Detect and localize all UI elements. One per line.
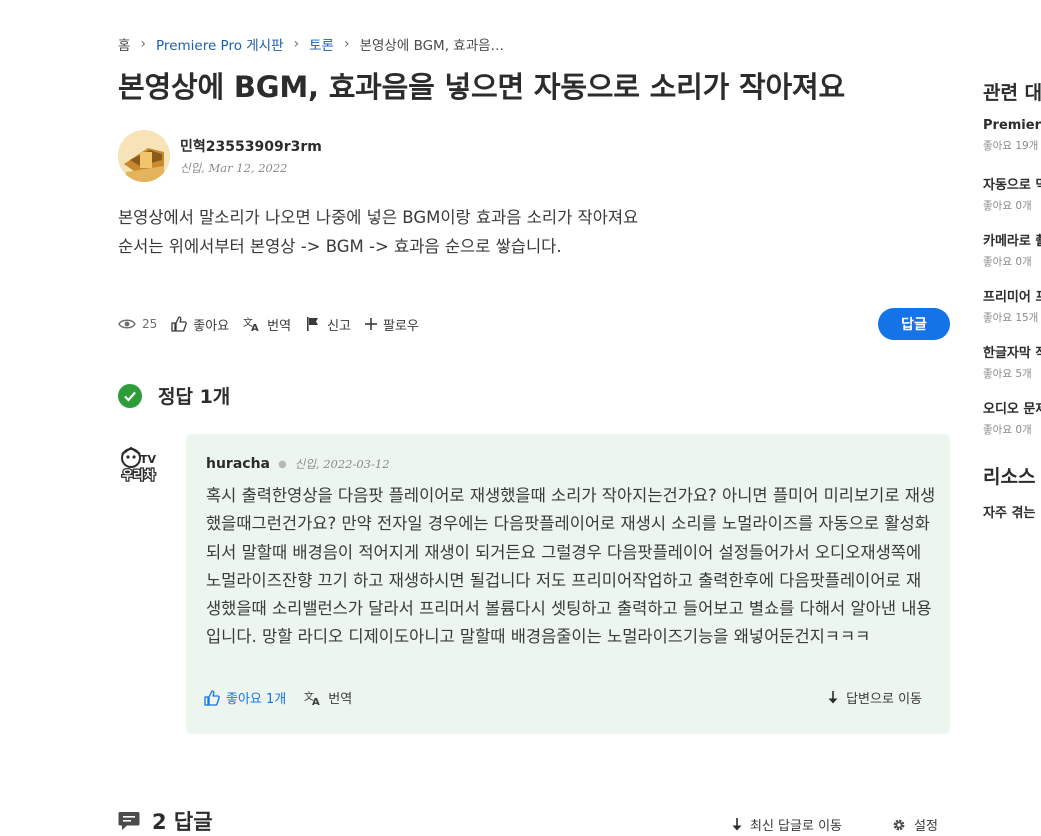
- solution-heading-label: 정답 1개: [158, 386, 231, 408]
- avatar[interactable]: [118, 130, 170, 182]
- settings-label: 설정: [914, 819, 938, 834]
- translate-icon: 文A: [304, 690, 320, 706]
- eye-icon: [118, 319, 136, 329]
- post-action-bar: 25 좋아요 文A 번역 신고 팔로우 답글: [118, 308, 950, 340]
- jump-to-latest-label: 최신 답글로 이동: [750, 819, 842, 834]
- plus-icon: [365, 318, 378, 330]
- comment-icon: [118, 812, 140, 830]
- reply-button[interactable]: 답글: [878, 308, 950, 340]
- solution-actions: 좋아요 1개 文A 번역: [204, 688, 352, 707]
- related-item-likes: 좋아요 15개: [983, 312, 1039, 324]
- solution-heading: 정답 1개: [118, 382, 230, 409]
- translate-label: 번역: [267, 318, 292, 334]
- breadcrumb: 홈 › Premiere Pro 게시판 › 토론 › 본영상에 BGM, 효과…: [118, 34, 504, 54]
- breadcrumb-current: 본영상에 BGM, 효과음…: [359, 38, 505, 54]
- solution-translate-button[interactable]: 文A 번역: [304, 688, 353, 708]
- jump-to-answer-link[interactable]: 답변으로 이동: [828, 688, 922, 707]
- translate-button[interactable]: 文A 번역: [243, 315, 291, 334]
- like-label: 좋아요: [193, 318, 230, 334]
- svg-text:A: A: [312, 697, 320, 706]
- flag-icon: [307, 317, 319, 331]
- like-button[interactable]: 좋아요: [171, 315, 229, 334]
- gear-icon: [893, 819, 905, 830]
- replies-heading: 2 답글: [118, 806, 213, 836]
- chevron-right-icon: ›: [343, 36, 350, 52]
- views: 25: [118, 317, 157, 331]
- translate-icon: 文A: [243, 316, 259, 332]
- solution-translate-label: 번역: [328, 692, 353, 707]
- replies-heading-label: 2 답글: [152, 810, 213, 834]
- related-heading: 관련 대: [983, 82, 1041, 104]
- related-item[interactable]: 카메라로 촬 좋아요 0개: [983, 230, 1041, 269]
- related-item-title: 자동으로 믹: [983, 178, 1041, 193]
- solution-meta: 신입, 2022-03-12: [294, 457, 390, 471]
- answer-avatar[interactable]: TV 우리차: [118, 446, 170, 486]
- related-item-likes: 좋아요 0개: [983, 200, 1032, 212]
- post-author: 민혁23553909r3rm 신입, Mar 12, 2022: [118, 130, 322, 182]
- separator-dot: ●: [278, 458, 287, 470]
- view-count: 25: [142, 317, 158, 331]
- arrow-down-icon: [828, 691, 838, 704]
- checkmark-icon: [118, 383, 142, 408]
- solution-text: 혹시 출력한영상을 다음팟 플레이어로 재생했을때 소리가 작아지는건가요? 아…: [206, 486, 936, 647]
- related-item-title: 카메라로 촬: [983, 234, 1041, 249]
- thumbs-up-icon: [204, 689, 220, 706]
- thumbs-up-icon: [171, 316, 188, 332]
- svg-text:A: A: [251, 323, 259, 332]
- author-meta: 신입, Mar 12, 2022: [180, 161, 288, 175]
- related-item-likes: 좋아요 0개: [983, 256, 1032, 268]
- related-item-title: Premiere: [983, 118, 1041, 133]
- chevron-right-icon: ›: [293, 36, 300, 52]
- solution-author: huracha ● 신입, 2022-03-12: [206, 456, 390, 472]
- jump-to-answer-label: 답변으로 이동: [846, 692, 922, 707]
- related-item[interactable]: 오디오 문제 좋아요 0개: [983, 398, 1041, 437]
- breadcrumb-board[interactable]: Premiere Pro 게시판: [156, 34, 284, 54]
- related-item[interactable]: 한글자막 작 좋아요 5개: [983, 342, 1041, 381]
- svg-text:TV: TV: [140, 453, 157, 466]
- related-item[interactable]: Premiere 좋아요 19개: [983, 118, 1041, 153]
- report-button[interactable]: 신고: [305, 315, 351, 334]
- solution-username[interactable]: huracha: [206, 456, 270, 472]
- breadcrumb-category[interactable]: 토론: [309, 34, 334, 54]
- related-item-likes: 좋아요 0개: [983, 424, 1032, 436]
- solution-like-button[interactable]: 좋아요 1개: [204, 688, 286, 707]
- related-item-title: 한글자막 작: [983, 346, 1041, 361]
- resources-heading: 리소스: [983, 466, 1036, 488]
- related-item-likes: 좋아요 19개: [983, 140, 1039, 152]
- settings-button[interactable]: 설정: [892, 815, 938, 834]
- related-item[interactable]: 프리미어 프 좋아요 15개: [983, 286, 1041, 325]
- breadcrumb-home[interactable]: 홈: [118, 34, 130, 54]
- solution-like-label: 좋아요 1개: [226, 692, 287, 707]
- related-item-title: 오디오 문제: [983, 402, 1041, 417]
- solution-card: huracha ● 신입, 2022-03-12 혹시 출력한영상을 다음팟 플…: [186, 434, 950, 734]
- related-item-likes: 좋아요 5개: [983, 368, 1032, 380]
- jump-to-latest-link[interactable]: 최신 답글로 이동: [732, 815, 842, 834]
- post-body-line: 순서는 위에서부터 본영상 -> BGM -> 효과음 순으로 쌓습니다.: [118, 237, 562, 256]
- faq-link[interactable]: 자주 겪는: [983, 502, 1035, 521]
- svg-text:우리차: 우리차: [122, 467, 155, 482]
- related-item[interactable]: 자동으로 믹 좋아요 0개: [983, 174, 1041, 213]
- post-body: 본영상에서 말소리가 나오면 나중에 넣은 BGM이랑 효과음 소리가 작아져요…: [118, 203, 638, 261]
- chevron-right-icon: ›: [140, 36, 147, 52]
- related-item-title: 프리미어 프: [983, 290, 1041, 305]
- page-title: 본영상에 BGM, 효과음을 넣으면 자동으로 소리가 작아져요: [118, 70, 845, 104]
- author-name[interactable]: 민혁23553909r3rm: [180, 136, 322, 156]
- sidebar: 관련 대 Premiere 좋아요 19개 자동으로 믹 좋아요 0개 카메라로…: [983, 0, 1041, 836]
- report-label: 신고: [327, 318, 352, 334]
- follow-button[interactable]: 팔로우: [365, 315, 419, 334]
- arrow-down-icon: [732, 818, 742, 831]
- follow-label: 팔로우: [383, 318, 419, 334]
- post-body-line: 본영상에서 말소리가 나오면 나중에 넣은 BGM이랑 효과음 소리가 작아져요: [118, 208, 639, 227]
